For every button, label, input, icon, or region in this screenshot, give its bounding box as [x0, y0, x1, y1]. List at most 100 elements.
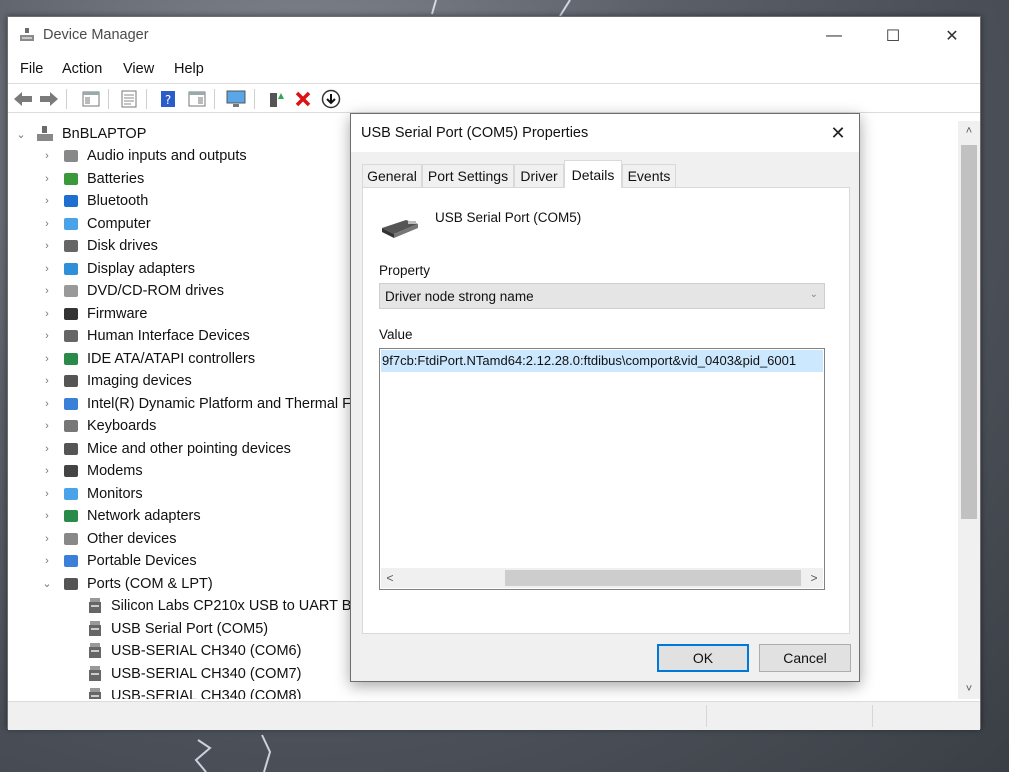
cancel-button[interactable]: Cancel — [759, 644, 851, 672]
scroll-left-button[interactable]: < — [381, 568, 399, 588]
chevron-right-icon[interactable]: › — [41, 353, 53, 365]
chevron-right-icon[interactable]: › — [41, 285, 53, 297]
vertical-scrollbar[interactable]: ˄ ˅ — [958, 121, 980, 699]
update-driver-button[interactable] — [265, 88, 287, 110]
scroll-up-button[interactable]: ˄ — [958, 121, 980, 141]
tree-category[interactable]: › Imaging devices — [10, 370, 350, 392]
tree-port-item[interactable]: USB-SERIAL CH340 (COM8) — [10, 685, 350, 699]
tab-general[interactable]: General — [362, 164, 422, 187]
tree-category[interactable]: › Batteries — [10, 168, 350, 190]
dialog-close-button[interactable]: ✕ — [817, 114, 859, 152]
menu-help[interactable]: Help — [174, 61, 204, 77]
chevron-right-icon[interactable]: › — [41, 330, 53, 342]
scrollbar-thumb[interactable] — [505, 570, 801, 586]
tree-category[interactable]: › Display adapters — [10, 258, 350, 280]
chevron-right-icon[interactable]: › — [41, 375, 53, 387]
scrollbar-thumb[interactable] — [961, 145, 977, 519]
chevron-down-icon[interactable]: ⌄ — [15, 128, 27, 141]
forward-button[interactable] — [38, 88, 60, 110]
tree-category[interactable]: › Other devices — [10, 528, 350, 550]
tree-category[interactable]: › Network adapters — [10, 505, 350, 527]
tree-category[interactable]: › Audio inputs and outputs — [10, 145, 350, 167]
device-manager-icon — [20, 28, 34, 41]
chevron-right-icon[interactable]: › — [41, 510, 53, 522]
title-bar[interactable]: Device Manager — ☐ ✕ — [8, 17, 980, 55]
menu-view[interactable]: View — [123, 61, 154, 77]
help-button[interactable]: ? — [157, 88, 179, 110]
tree-port-item[interactable]: USB-SERIAL CH340 (COM6) — [10, 640, 350, 662]
toolbar-separator — [108, 89, 109, 109]
chevron-right-icon[interactable]: › — [41, 195, 53, 207]
tree-category[interactable]: › Computer — [10, 213, 350, 235]
close-button[interactable]: ✕ — [923, 17, 981, 55]
tree-category[interactable]: › Modems — [10, 460, 350, 482]
tree-port-item[interactable]: Silicon Labs CP210x USB to UART Brid — [10, 595, 352, 617]
console-tree-icon — [82, 91, 100, 107]
uninstall-device-button[interactable] — [292, 88, 314, 110]
tree-category[interactable]: › Portable Devices — [10, 550, 350, 572]
tab-port-settings[interactable]: Port Settings — [422, 164, 514, 187]
view-pane-icon — [188, 91, 206, 107]
tree-category[interactable]: › Human Interface Devices — [10, 325, 350, 347]
tree-category-label: Portable Devices — [87, 553, 197, 569]
tree-root[interactable]: ⌄ BnBLAPTOP — [10, 123, 350, 145]
tab-details[interactable]: Details — [564, 160, 622, 188]
tree-port-item[interactable]: USB-SERIAL CH340 (COM7) — [10, 663, 350, 685]
chevron-right-icon[interactable]: › — [41, 533, 53, 545]
show-hide-console-tree-button[interactable] — [80, 88, 102, 110]
maximize-button[interactable]: ☐ — [864, 17, 922, 55]
tree-category[interactable]: ⌄ Ports (COM & LPT) — [10, 573, 350, 595]
tree-category[interactable]: › Keyboards — [10, 415, 350, 437]
tree-category[interactable]: › DVD/CD-ROM drives — [10, 280, 350, 302]
chevron-right-icon[interactable]: › — [41, 240, 53, 252]
speaker-icon — [64, 150, 78, 162]
toolbar-separator — [214, 89, 215, 109]
tree-category[interactable]: › Intel(R) Dynamic Platform and Thermal F… — [10, 393, 352, 415]
toolbar-separator — [146, 89, 147, 109]
chevron-right-icon[interactable]: › — [41, 488, 53, 500]
tree-category[interactable]: › IDE ATA/ATAPI controllers — [10, 348, 350, 370]
tree-category[interactable]: › Monitors — [10, 483, 350, 505]
chevron-right-icon[interactable]: › — [41, 443, 53, 455]
value-list[interactable]: 9f7cb:FtdiPort.NTamd64:2.12.28.0:ftdibus… — [379, 348, 825, 590]
bluetooth-icon — [64, 195, 78, 207]
horizontal-scrollbar[interactable]: < > — [381, 568, 823, 588]
tab-driver[interactable]: Driver — [514, 164, 564, 187]
tab-events[interactable]: Events — [622, 164, 676, 187]
value-list-item[interactable]: 9f7cb:FtdiPort.NTamd64:2.12.28.0:ftdibus… — [381, 350, 823, 372]
update-driver-icon — [270, 93, 284, 107]
menu-file[interactable]: File — [20, 61, 43, 77]
tree-category-label: IDE ATA/ATAPI controllers — [87, 350, 256, 367]
property-dropdown[interactable]: Driver node strong name ⌄ — [379, 283, 825, 309]
chevron-down-icon[interactable]: ⌄ — [41, 577, 53, 590]
chevron-right-icon[interactable]: › — [41, 420, 53, 432]
chevron-right-icon[interactable]: › — [41, 555, 53, 567]
tree-category[interactable]: › Disk drives — [10, 235, 350, 257]
display-adapter-icon — [64, 262, 78, 275]
scroll-right-button[interactable]: > — [805, 568, 823, 588]
properties-button[interactable] — [118, 88, 140, 110]
tree-category[interactable]: › Bluetooth — [10, 190, 350, 212]
dialog-title-bar[interactable]: USB Serial Port (COM5) Properties ✕ — [351, 114, 859, 152]
chevron-right-icon[interactable]: › — [41, 308, 53, 320]
chevron-right-icon[interactable]: › — [41, 398, 53, 410]
scroll-down-button[interactable]: ˅ — [958, 679, 980, 699]
chevron-right-icon[interactable]: › — [41, 263, 53, 275]
minimize-button[interactable]: — — [805, 17, 863, 55]
tree-category[interactable]: › Firmware — [10, 303, 350, 325]
menu-action[interactable]: Action — [62, 61, 102, 77]
chevron-right-icon[interactable]: › — [41, 173, 53, 185]
chevron-right-icon[interactable]: › — [41, 218, 53, 230]
ok-button[interactable]: OK — [657, 644, 749, 672]
enable-device-button[interactable] — [320, 88, 342, 110]
tree-category-label: Mice and other pointing devices — [87, 440, 291, 457]
tree-port-item[interactable]: USB Serial Port (COM5) — [10, 618, 350, 640]
tree-category-label: Network adapters — [87, 508, 201, 524]
firmware-icon — [64, 307, 78, 320]
scan-hardware-button[interactable] — [225, 88, 247, 110]
back-button[interactable] — [12, 88, 34, 110]
tree-category[interactable]: › Mice and other pointing devices — [10, 438, 350, 460]
chevron-right-icon[interactable]: › — [41, 465, 53, 477]
view-button[interactable] — [186, 88, 208, 110]
chevron-right-icon[interactable]: › — [41, 150, 53, 162]
